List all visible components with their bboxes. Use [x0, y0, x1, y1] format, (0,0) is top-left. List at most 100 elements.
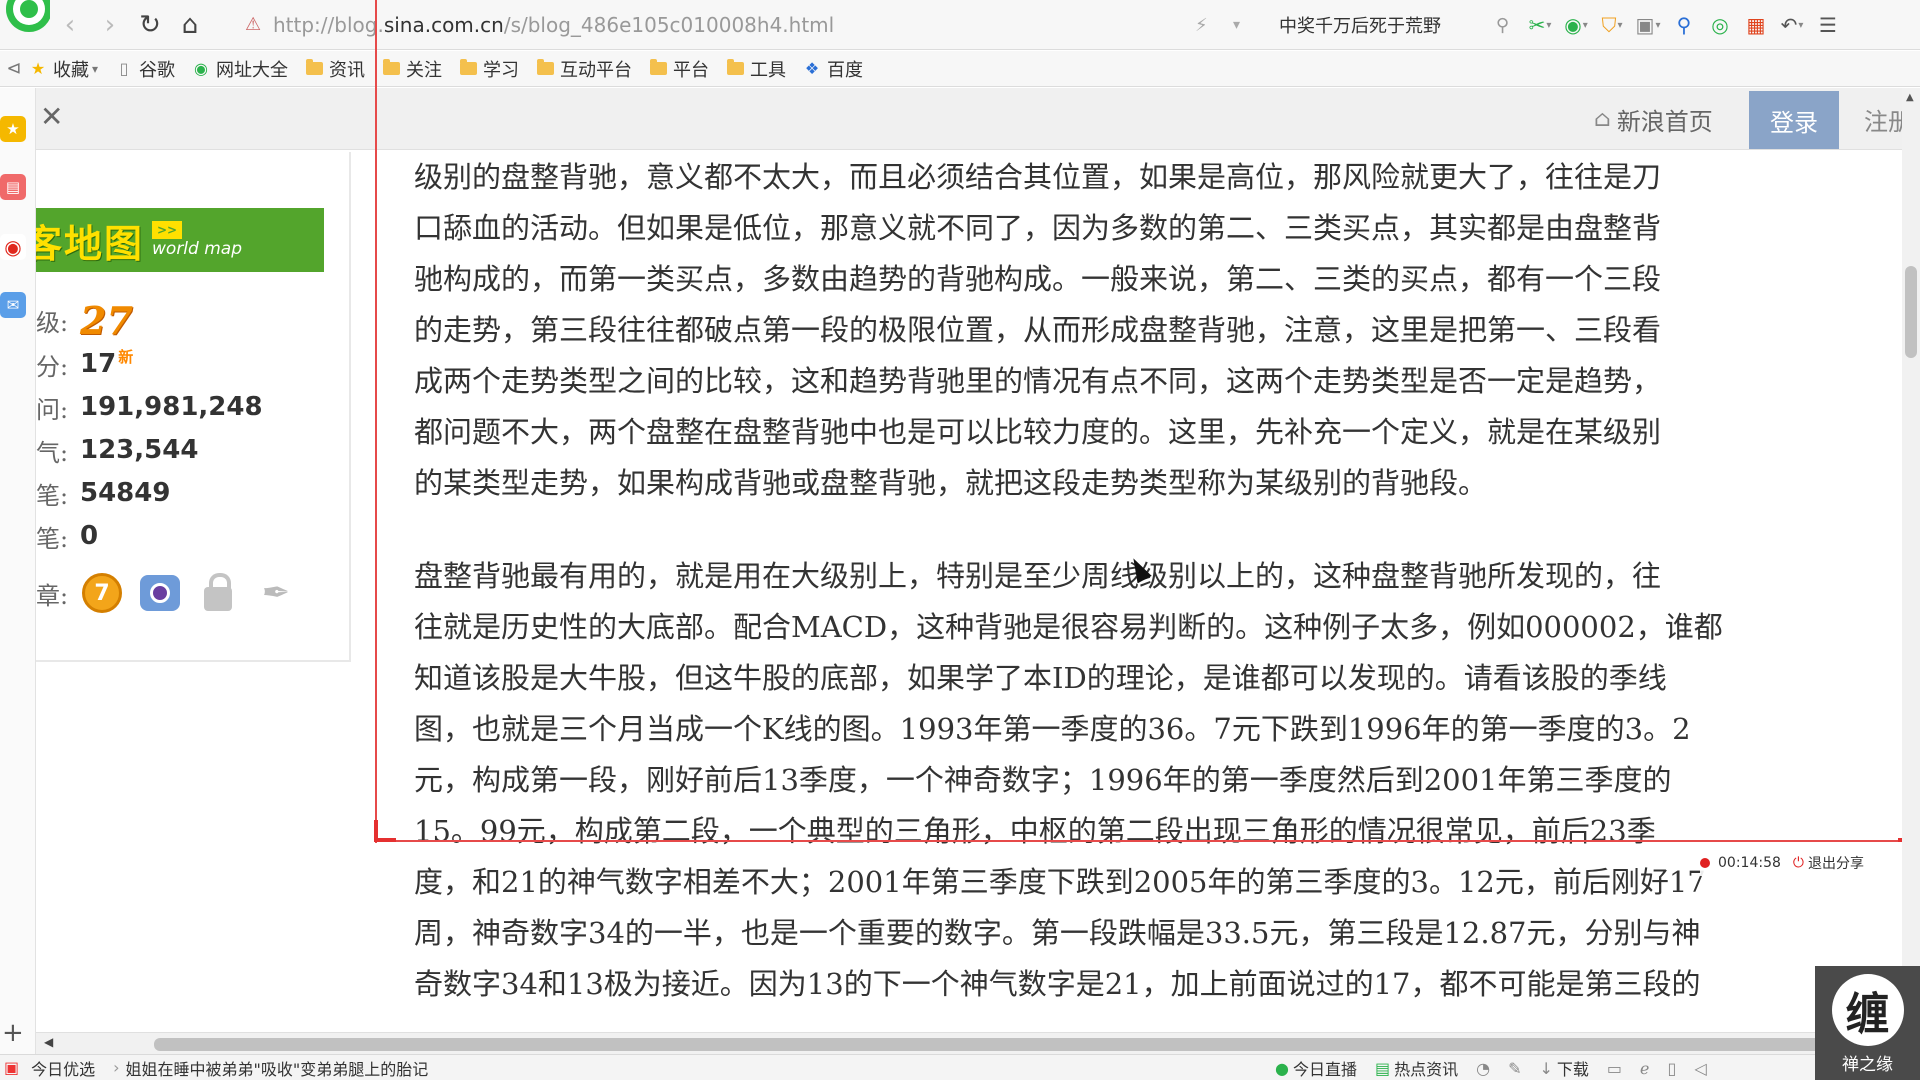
toolbar-extensions: ✂ ▾ ◉ ▾ ⛉ ▾ ▣ ▾ ⚲ ◎ ▦ ↶ ▾ ☰	[1525, 10, 1843, 40]
vertical-scrollbar[interactable]: ▲	[1902, 88, 1920, 1040]
hot-news-link[interactable]: ▤ 热点资讯	[1375, 1056, 1458, 1080]
image-icon[interactable]: ▣ ▾	[1633, 10, 1663, 40]
news-headline[interactable]: › 姐姐在睡中被弟弟"吸收"变弟弟腿上的胎记	[113, 1056, 428, 1080]
fire-icon: ▣	[4, 1058, 20, 1077]
bookmark-folder-interactive[interactable]: 互动平台	[535, 56, 632, 82]
browser-logo-icon[interactable]	[0, 0, 50, 50]
status-bar: ▣ 今日优选 › 姐姐在睡中被弟弟"吸收"变弟弟腿上的胎记 ● 今日直播 ▤ 热点资…	[0, 1054, 1920, 1080]
ie-icon[interactable]: ℯ	[1640, 1059, 1649, 1078]
bookmarks-bar: ⊲ ★ 收藏 ▾ ▯ 谷歌 ◉ 网址大全 资讯 关注 学习 互动平台 平台 工具 …	[0, 51, 1920, 87]
lightning-icon[interactable]: ⚡	[1195, 15, 1208, 36]
search-input[interactable]: 中奖千万后死于荒野 ⚲	[1265, 8, 1515, 42]
bookmark-google[interactable]: ▯ 谷歌	[114, 56, 175, 82]
download-link[interactable]: ↓ 下载	[1540, 1056, 1589, 1080]
volume-icon[interactable]: ◁	[1694, 1059, 1706, 1078]
magnifier-icon[interactable]: ⚲	[1669, 10, 1699, 40]
star-icon: ★	[30, 59, 46, 78]
apps-icon[interactable]: ▦	[1741, 10, 1771, 40]
chat-icon[interactable]: ◎	[1705, 10, 1735, 40]
stat-medals: 章: 7 ✒	[36, 565, 298, 621]
article-line: 知道该股是大牛股，但这牛股的底部，如果学了本ID的理论，是谁都可以发现的。请看该…	[414, 661, 1667, 695]
double-arrow-icon: >>	[152, 221, 183, 239]
menu-icon[interactable]: ☰	[1813, 10, 1843, 40]
scissors-icon[interactable]: ✂ ▾	[1525, 10, 1555, 40]
bookmark-baidu[interactable]: ❖ 百度	[802, 56, 863, 82]
exit-share-button[interactable]: ⏻ 退出分享	[1793, 853, 1864, 873]
vertical-scroll-thumb[interactable]	[1905, 266, 1917, 358]
bookmark-folder-news[interactable]: 资讯	[304, 56, 365, 82]
mail-icon[interactable]: ✉	[0, 292, 26, 318]
reload-icon[interactable]: ↻	[130, 5, 170, 45]
live-icon: ●	[1275, 1058, 1289, 1078]
daily-pick[interactable]: ▣ 今日优选	[4, 1056, 95, 1080]
camera-medal-icon[interactable]	[138, 568, 182, 618]
share-region-bottom-edge	[375, 840, 1920, 842]
horizontal-scroll-thumb[interactable]	[154, 1038, 1854, 1051]
close-icon[interactable]: ✕	[40, 100, 63, 133]
article-line: 15。99元，构成第二段，一个典型的三角形，中枢的第二段出现三角形的情况很常见，…	[414, 814, 1656, 848]
browser-toolbar: ‹ › ↻ ⌂ ⚠ http://blog.sina.com.cn/s/blog…	[0, 0, 1920, 50]
article-line: 都问题不大，两个盘整在盘整背驰中也是可以比较力度的。这里，先补充一个定义，就是在…	[414, 415, 1662, 449]
bookmark-folder-platform[interactable]: 平台	[648, 56, 709, 82]
blog-topbar: ✕ ⌂ 新浪首页 登录 注册	[36, 88, 1920, 150]
article-body: 级别的盘整背驰，意义都不太大，而且必须结合其位置，如果是高位，那风险就更大了，往…	[376, 152, 1836, 1030]
gold-medal-icon[interactable]: 7	[80, 568, 124, 618]
article-line: 的走势，第三段往往都破点第一段的极限位置，从而形成盘整背驰，注意，这里是把第一、…	[414, 313, 1662, 347]
url-text[interactable]: http://blog.sina.com.cn/s/blog_486e105c0…	[273, 13, 834, 37]
stat-level: 级: 27	[36, 297, 133, 343]
scroll-left-icon[interactable]: ◀	[44, 1035, 53, 1049]
folder-icon	[381, 59, 401, 78]
sina-home-link[interactable]: ⌂ 新浪首页	[1594, 102, 1713, 137]
layout-icon[interactable]: ▯	[1668, 1059, 1677, 1078]
page-icon: ▯	[119, 59, 129, 78]
bookmark-hao-directory[interactable]: ◉ 网址大全	[191, 56, 288, 82]
stat-popularity: 气: 123,544	[36, 435, 199, 467]
article-line: 口舔血的活动。但如果是低位，那意义就不同了，因为多数的第二、三类买点，其实都是由…	[414, 211, 1662, 245]
article-line: 的某类型走势，如果构成背驰或盘整背驰，就把这段走势类型称为某级别的背驰段。	[414, 466, 1488, 500]
bookmark-folder-follow[interactable]: 关注	[381, 56, 442, 82]
chevron-down-icon[interactable]: ▾	[1233, 17, 1240, 33]
bookmark-folder-tools[interactable]: 工具	[725, 56, 786, 82]
lock-medal-icon[interactable]	[196, 568, 240, 618]
article-line: 奇数字34和13极为接近。因为13的下一个神气数字是21，加上前面说过的17，都…	[414, 967, 1701, 1001]
channel-watermark-logo: 缠 禅之缘	[1815, 966, 1920, 1080]
login-button[interactable]: 登录	[1749, 91, 1839, 149]
live-link[interactable]: ● 今日直播	[1275, 1056, 1357, 1080]
back-icon[interactable]: ‹	[50, 5, 90, 45]
article-paragraph-1: 级别的盘整背驰，意义都不太大，而且必须结合其位置，如果是高位，那风险就更大了，往…	[376, 152, 1776, 509]
article-line: 盘整背驰最有用的，就是用在大级别上，特别是至少周线级别以上的，这种盘整背驰所发现…	[414, 559, 1662, 593]
blogger-profile-panel: 客地图 >> world map 级: 27 分: 17 新 问: 191,98…	[36, 152, 351, 662]
translate-icon[interactable]: ◉ ▾	[1561, 10, 1591, 40]
article-line: 往就是历史性的大底部。配合MACD，这种背驰是很容易判断的。这种例子太多，例如0…	[414, 610, 1723, 644]
address-bar[interactable]: ⚠ http://blog.sina.com.cn/s/blog_486e105…	[245, 9, 1260, 41]
bookmark-folder-study[interactable]: 学习	[458, 56, 519, 82]
forward-icon[interactable]: ›	[90, 5, 130, 45]
home-icon[interactable]: ⌂	[170, 5, 210, 45]
search-icon[interactable]: ⚲	[1496, 15, 1509, 36]
article-line: 度，和21的神气数字相差不大；2001年第三季度下跌到2005年的第三季度的3。…	[414, 865, 1706, 899]
favorites-star-icon[interactable]: ★	[0, 116, 26, 142]
add-icon[interactable]: +	[2, 1018, 24, 1048]
undo-icon[interactable]: ↶ ▾	[1777, 10, 1807, 40]
pin-icon[interactable]: ✎	[1508, 1059, 1521, 1078]
screen-share-controls: 00:14:58 ⏻ 退出分享	[1700, 850, 1910, 876]
shield-icon[interactable]: ⛉ ▾	[1597, 10, 1627, 40]
chevron-icon: ›	[113, 1058, 120, 1077]
article-line: 级别的盘整背驰，意义都不太大，而且必须结合其位置，如果是高位，那风险就更大了，往…	[414, 160, 1662, 194]
horizontal-scrollbar[interactable]: ◀	[36, 1032, 1900, 1054]
share-region-corner-left[interactable]	[374, 820, 396, 842]
folder-icon	[648, 59, 668, 78]
bookmark-favorites[interactable]: ★ 收藏 ▾	[28, 56, 98, 82]
notes-icon[interactable]: ▤	[0, 174, 26, 200]
recording-dot-icon	[1700, 858, 1710, 868]
speed-icon[interactable]: ◔	[1476, 1059, 1490, 1078]
sidebar-toggle-icon[interactable]: ⊲	[0, 58, 28, 79]
window-icon[interactable]: ▭	[1607, 1059, 1622, 1078]
pen-medal-icon[interactable]: ✒	[254, 568, 298, 618]
article-line: 周，神奇数字34的一半，也是一个重要的数字。第一段跌幅是33.5元，第三段是12…	[414, 916, 1701, 950]
world-map-banner[interactable]: 客地图 >> world map	[36, 208, 324, 272]
weibo-icon[interactable]: ◉	[0, 234, 26, 260]
scroll-up-icon[interactable]: ▲	[1906, 92, 1914, 103]
recording-timer: 00:14:58	[1718, 855, 1781, 871]
power-icon: ⏻	[1792, 855, 1804, 871]
